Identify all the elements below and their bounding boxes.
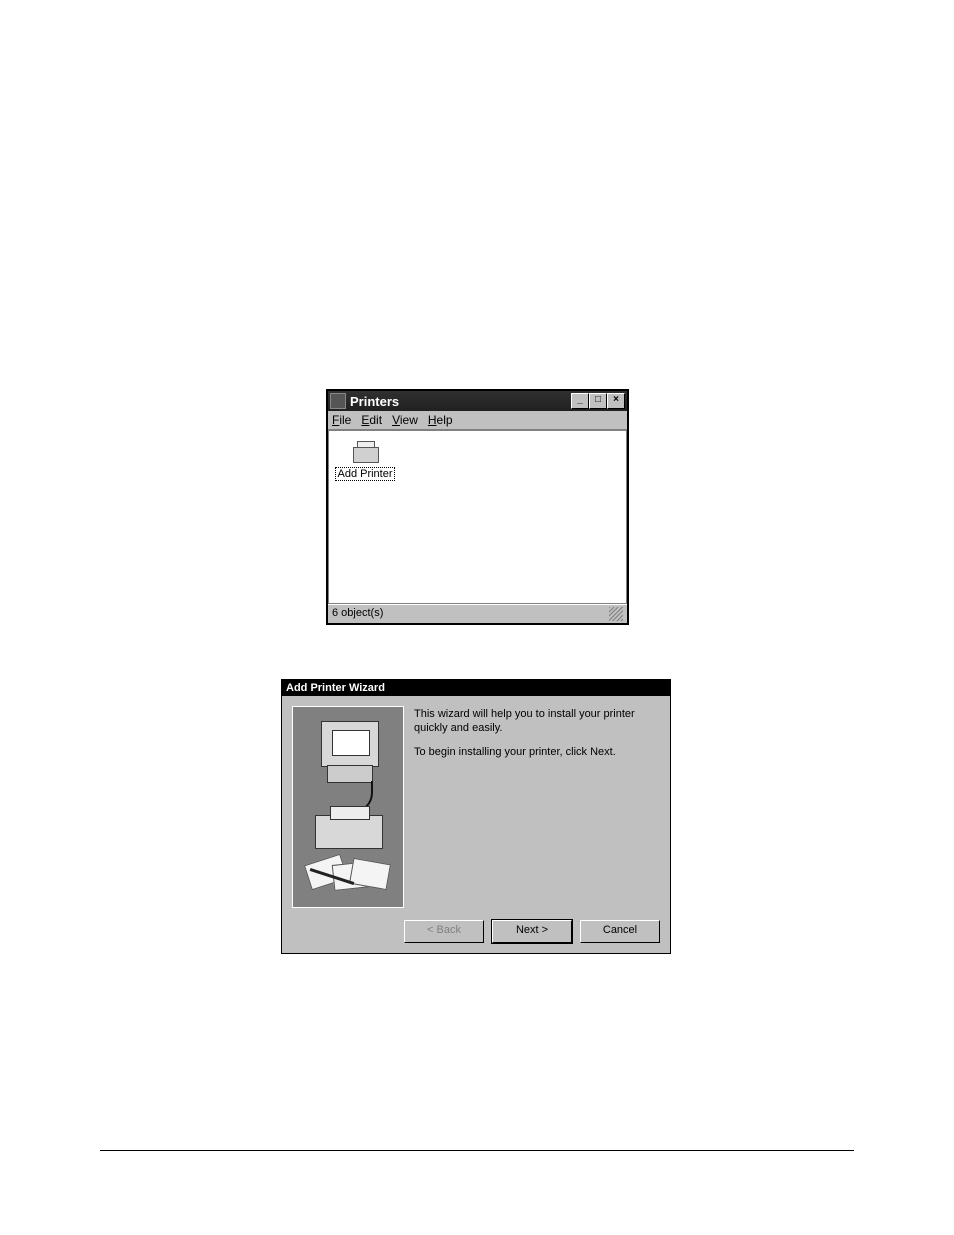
wizard-illustration: [292, 706, 404, 908]
cancel-button[interactable]: Cancel: [580, 920, 660, 943]
monitor-icon: [321, 721, 379, 767]
printers-window: Printers _ □ × File Edit View Help Add P…: [326, 389, 629, 625]
wizard-text: This wizard will help you to install you…: [414, 706, 660, 908]
menu-file[interactable]: File: [332, 413, 351, 427]
menu-edit[interactable]: Edit: [361, 413, 382, 427]
window-controls: _ □ ×: [571, 393, 625, 409]
resize-grip-icon[interactable]: [609, 607, 623, 621]
add-printer-label: Add Printer: [335, 467, 394, 481]
wizard-body: This wizard will help you to install you…: [282, 696, 670, 914]
window-title: Printers: [350, 394, 571, 409]
printer-icon: [349, 437, 381, 465]
papers-icon: [307, 859, 387, 895]
maximize-button[interactable]: □: [589, 393, 607, 409]
wizard-paragraph-1: This wizard will help you to install you…: [414, 708, 660, 736]
status-text: 6 object(s): [332, 607, 383, 621]
wizard-button-row: < Back Next > Cancel: [282, 914, 670, 953]
back-button: < Back: [404, 920, 484, 943]
menu-view[interactable]: View: [392, 413, 418, 427]
wizard-title[interactable]: Add Printer Wizard: [282, 680, 670, 696]
statusbar: 6 object(s): [328, 604, 627, 623]
menubar: File Edit View Help: [328, 411, 627, 430]
minimize-button[interactable]: _: [571, 393, 589, 409]
add-printer-item[interactable]: Add Printer: [335, 437, 395, 481]
next-button[interactable]: Next >: [492, 920, 572, 943]
add-printer-wizard-dialog: Add Printer Wizard This wizard will help…: [281, 679, 671, 954]
page-footer-rule: [100, 1150, 854, 1151]
wizard-paragraph-2: To begin installing your printer, click …: [414, 746, 660, 760]
close-button[interactable]: ×: [607, 393, 625, 409]
printer-illustration-icon: [315, 815, 383, 849]
titlebar[interactable]: Printers _ □ ×: [328, 391, 627, 411]
menu-help[interactable]: Help: [428, 413, 453, 427]
document-page: Printers _ □ × File Edit View Help Add P…: [0, 0, 954, 1235]
printers-folder-icon: [330, 393, 346, 409]
client-area: Add Printer: [328, 430, 627, 604]
